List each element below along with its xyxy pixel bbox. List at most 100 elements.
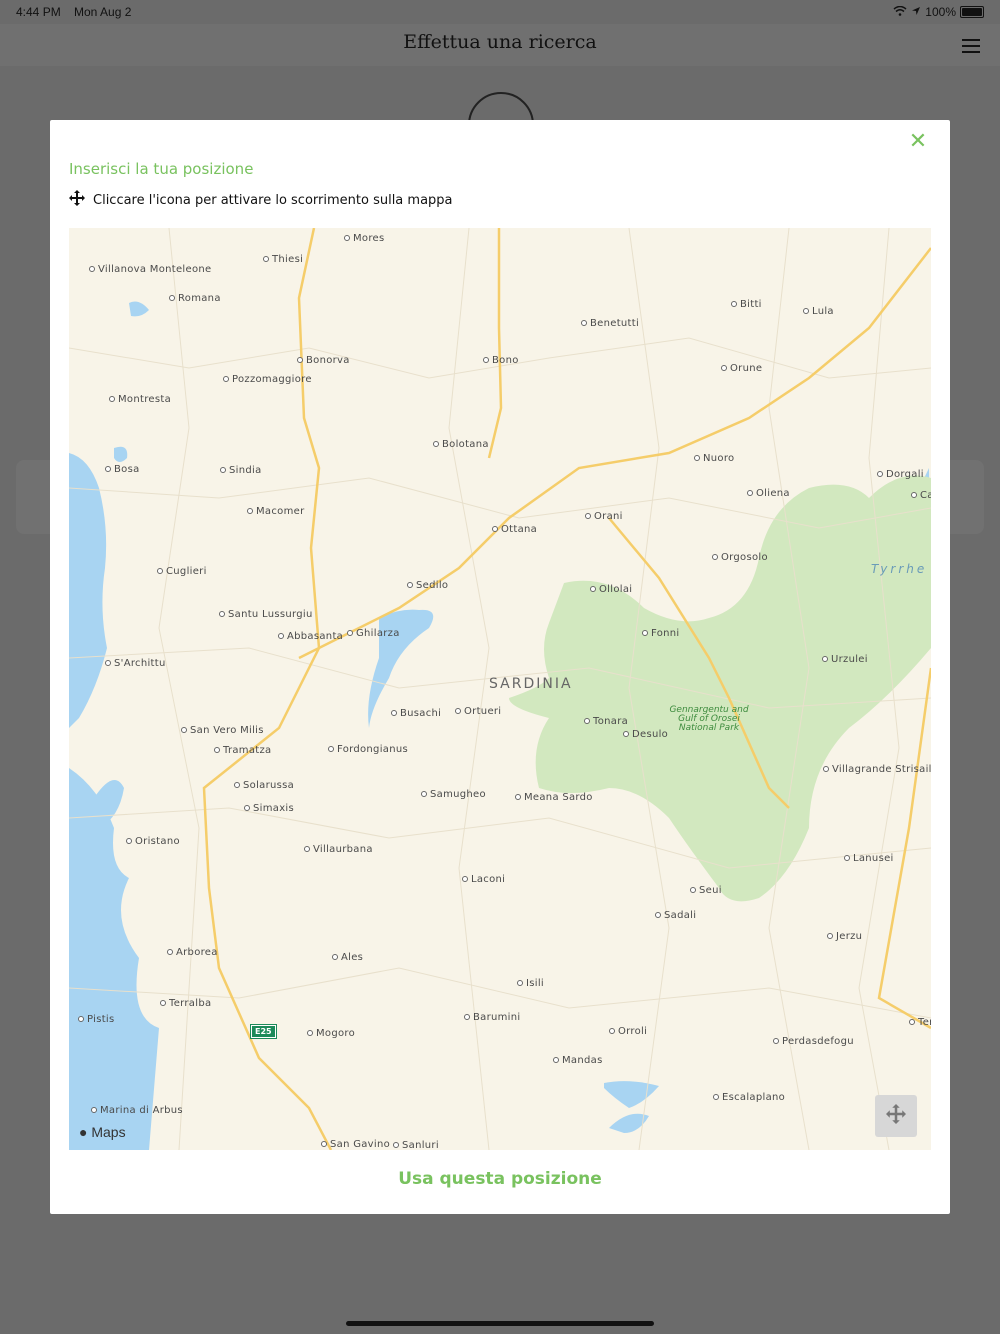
map-city-label: Villagrande Strisaili xyxy=(823,764,931,775)
hamburger-menu-icon[interactable] xyxy=(962,39,980,57)
city-name: Nuoro xyxy=(703,453,735,464)
map-city-label: Isili xyxy=(517,978,544,989)
city-marker-icon xyxy=(642,630,648,636)
map-city-label: Tertenia xyxy=(909,1017,931,1028)
city-marker-icon xyxy=(844,855,850,861)
city-marker-icon xyxy=(160,1000,166,1006)
map-city-label: Sedilo xyxy=(407,580,448,591)
pan-toggle-button[interactable] xyxy=(875,1095,917,1137)
location-arrow-icon xyxy=(911,5,921,19)
map-city-label: Lula xyxy=(803,306,834,317)
city-marker-icon xyxy=(391,710,397,716)
close-icon[interactable]: ✕ xyxy=(906,130,930,154)
city-name: San Vero Milis xyxy=(190,725,264,736)
move-arrows-icon xyxy=(886,1104,906,1128)
city-marker-icon xyxy=(263,256,269,262)
city-marker-icon xyxy=(455,708,461,714)
city-name: Ollolai xyxy=(599,584,633,595)
city-name: Macomer xyxy=(256,506,305,517)
map-city-label: Jerzu xyxy=(827,931,862,942)
map-city-label: Nuoro xyxy=(694,453,734,464)
map-city-label: Perdasdefogu xyxy=(773,1036,854,1047)
app-header: Effettua una ricerca xyxy=(0,24,1000,66)
city-marker-icon xyxy=(515,794,521,800)
city-name: Escalaplano xyxy=(722,1092,786,1103)
city-name: Thiesi xyxy=(272,254,304,265)
map-city-label: Montresta xyxy=(109,394,171,405)
map-city-label: Pozzomaggiore xyxy=(223,374,312,385)
map-city-label: Ghilarza xyxy=(347,628,400,639)
battery-icon xyxy=(960,6,984,18)
map-city-label: Ales xyxy=(332,952,363,963)
map-city-label: Bosa xyxy=(105,464,140,475)
home-indicator xyxy=(346,1321,654,1326)
map-city-label: Benetutti xyxy=(581,318,639,329)
city-marker-icon xyxy=(91,1107,97,1113)
city-marker-icon xyxy=(304,846,310,852)
city-name: Urzulei xyxy=(831,654,868,665)
map-city-label: Macomer xyxy=(247,506,304,517)
city-name: Bitti xyxy=(740,299,762,310)
city-marker-icon xyxy=(223,376,229,382)
map-city-label: Orune xyxy=(721,363,762,374)
city-marker-icon xyxy=(307,1030,313,1036)
city-name: Samugheo xyxy=(430,789,486,800)
map-city-label: Tramatza xyxy=(214,745,271,756)
city-marker-icon xyxy=(219,611,225,617)
map-city-label: Marina di Arbus xyxy=(91,1105,183,1116)
city-marker-icon xyxy=(623,731,629,737)
city-name: Pistis xyxy=(87,1014,115,1025)
map-city-label: Bolotana xyxy=(433,439,489,450)
city-name: Mandas xyxy=(562,1055,603,1066)
city-marker-icon xyxy=(731,301,737,307)
move-arrows-icon xyxy=(69,190,85,210)
city-name: Isili xyxy=(526,978,544,989)
use-position-button[interactable]: Usa questa posizione xyxy=(50,1169,950,1189)
map-city-label: Bitti xyxy=(731,299,762,310)
city-name: Jerzu xyxy=(836,931,863,942)
city-name: Tonara xyxy=(593,716,629,727)
city-marker-icon xyxy=(78,1016,84,1022)
city-name: Tramatza xyxy=(223,745,272,756)
city-marker-icon xyxy=(590,586,596,592)
city-name: Terralba xyxy=(169,998,212,1009)
city-name: Oliena xyxy=(756,488,790,499)
city-marker-icon xyxy=(694,455,700,461)
instruction-text: Cliccare l'icona per attivare lo scorrim… xyxy=(93,192,453,208)
city-name: Tertenia xyxy=(918,1017,931,1028)
map-city-label: Simaxis xyxy=(244,803,294,814)
city-name: Marina di Arbus xyxy=(100,1105,183,1116)
city-marker-icon xyxy=(773,1038,779,1044)
city-name: Ghilarza xyxy=(356,628,400,639)
city-name: Ottana xyxy=(501,524,538,535)
city-name: Sanluri xyxy=(402,1140,439,1150)
city-name: Cuglieri xyxy=(166,566,207,577)
map-city-label: Abbasanta xyxy=(278,631,343,642)
city-marker-icon xyxy=(517,980,523,986)
map-city-label: Meana Sardo xyxy=(515,792,593,803)
map-city-label: Orani xyxy=(585,511,623,522)
city-name: Mogoro xyxy=(316,1028,356,1039)
city-name: Villagrande Strisaili xyxy=(832,764,931,775)
city-marker-icon xyxy=(747,490,753,496)
map-city-label: Barumini xyxy=(464,1012,520,1023)
city-name: Cal xyxy=(920,490,931,501)
city-marker-icon xyxy=(297,357,303,363)
city-name: Busachi xyxy=(400,708,442,719)
city-name: Fordongianus xyxy=(337,744,408,755)
city-marker-icon xyxy=(909,1019,915,1025)
city-name: Orani xyxy=(594,511,623,522)
wifi-icon xyxy=(893,5,907,19)
map-city-label: Sadali xyxy=(655,910,696,921)
city-name: Laconi xyxy=(471,874,506,885)
map-city-label: San Vero Milis xyxy=(181,725,264,736)
city-marker-icon xyxy=(181,727,187,733)
map-city-label: Sindia xyxy=(220,465,262,476)
modal-title: Inserisci la tua posizione xyxy=(69,160,254,178)
city-name: Dorgali xyxy=(886,469,924,480)
map-view[interactable]: SARDINIA Tyrrhe Gennargentu and Gulf of … xyxy=(69,228,931,1150)
city-name: Pozzomaggiore xyxy=(232,374,312,385)
map-city-label: Ortueri xyxy=(455,706,501,717)
city-marker-icon xyxy=(553,1057,559,1063)
city-marker-icon xyxy=(492,526,498,532)
